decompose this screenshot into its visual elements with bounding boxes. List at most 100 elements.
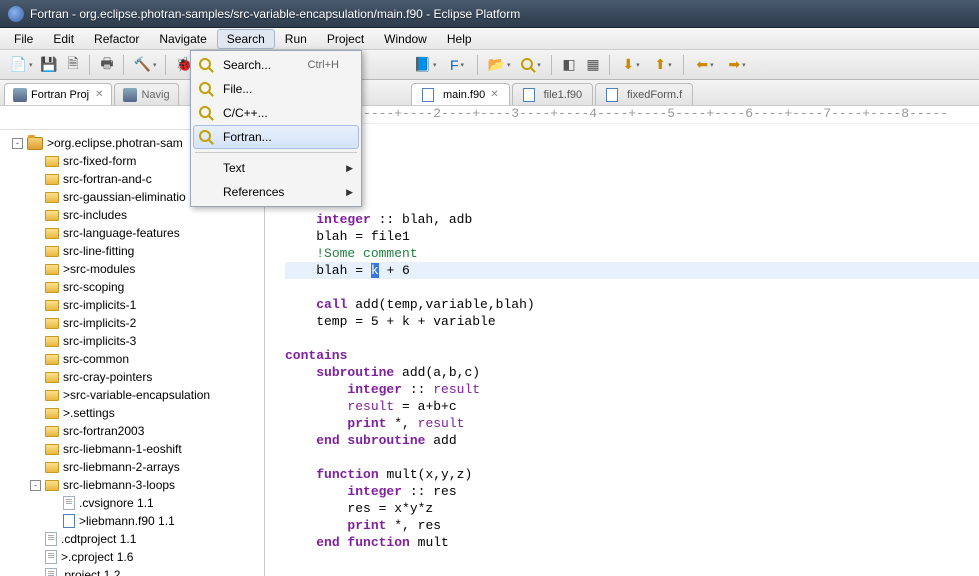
code-line[interactable]: integer :: result: [285, 381, 979, 398]
tree-node[interactable]: .project 1.2: [0, 566, 264, 576]
code-line[interactable]: integer :: res: [285, 483, 979, 500]
menu-item-label: Fortran...: [223, 130, 339, 144]
code-line[interactable]: print *, res: [285, 517, 979, 534]
tree-node[interactable]: src-line-fitting: [0, 242, 264, 260]
tree-node[interactable]: src-common: [0, 350, 264, 368]
code-line[interactable]: subroutine add(a,b,c): [285, 364, 979, 381]
code-line[interactable]: n: [285, 126, 979, 143]
code-line[interactable]: t none: [285, 143, 979, 160]
close-icon[interactable]: ✕: [490, 89, 498, 100]
menu-navigate[interactable]: Navigate: [149, 29, 216, 49]
menu-item-text[interactable]: Text▶: [193, 156, 359, 180]
toggle-mark-button[interactable]: ◧: [558, 54, 580, 76]
open-type-button[interactable]: 📂▾: [484, 54, 514, 76]
main-toolbar: 📄▾ 💾 🗎 🖶 🔨▾ 🐞▾ ▶▾ 🧰▾ 📘▾ F▾ 📂▾ ▾ ◧ ▦ ⬇▾ ⬆…: [0, 50, 979, 80]
tree-node[interactable]: -src-liebmann-3-loops: [0, 476, 264, 494]
flashlight-icon: [197, 80, 215, 98]
search-button[interactable]: ▾: [516, 54, 546, 76]
next-annotation-button[interactable]: ⬇▾: [616, 54, 646, 76]
menu-run[interactable]: Run: [275, 29, 317, 49]
menu-edit[interactable]: Edit: [43, 29, 84, 49]
sidebar-tab[interactable]: Navig: [114, 83, 178, 105]
tree-node[interactable]: src-fortran2003: [0, 422, 264, 440]
tree-node[interactable]: >src-modules: [0, 260, 264, 278]
tree-node[interactable]: src-liebmann-1-eoshift: [0, 440, 264, 458]
tree-label: >org.eclipse.photran-sam: [47, 136, 183, 150]
menu-item-cc[interactable]: C/C++...: [193, 101, 359, 125]
tree-node[interactable]: .cvsignore 1.1: [0, 494, 264, 512]
save-button[interactable]: 💾: [38, 54, 60, 76]
code-line[interactable]: blah = file1: [285, 228, 979, 245]
tree-node[interactable]: src-implicits-3: [0, 332, 264, 350]
code-line[interactable]: contains: [285, 347, 979, 364]
tree-node[interactable]: .cdtproject 1.1: [0, 530, 264, 548]
build-button[interactable]: 🔨▾: [130, 54, 160, 76]
tree-node[interactable]: src-language-features: [0, 224, 264, 242]
menu-item-fortran[interactable]: Fortran...: [193, 125, 359, 149]
menu-project[interactable]: Project: [317, 29, 374, 49]
tree-label: src-implicits-1: [63, 298, 136, 312]
pkg-icon: [45, 318, 59, 329]
tree-label: >liebmann.f90 1.1: [79, 514, 175, 528]
editor-tab[interactable]: main.f90✕: [411, 83, 510, 105]
code-line[interactable]: result = a+b+c: [285, 398, 979, 415]
tree-node[interactable]: >.settings: [0, 404, 264, 422]
menu-search[interactable]: Search: [217, 29, 275, 49]
code-line[interactable]: [285, 330, 979, 347]
tree-node[interactable]: src-implicits-1: [0, 296, 264, 314]
menu-item-references[interactable]: References▶: [193, 180, 359, 204]
tree-node[interactable]: >.cproject 1.6: [0, 548, 264, 566]
code-line[interactable]: end function mult: [285, 534, 979, 551]
sidebar-tab[interactable]: Fortran Proj ✕: [4, 83, 112, 105]
back-button[interactable]: ⬅▾: [690, 54, 720, 76]
tree-twisty-icon[interactable]: -: [30, 480, 41, 491]
tree-node[interactable]: >liebmann.f90 1.1: [0, 512, 264, 530]
code-line[interactable]: res = x*y*z: [285, 500, 979, 517]
new-button[interactable]: 📄▾: [6, 54, 36, 76]
save-all-button[interactable]: 🗎: [62, 54, 84, 76]
code-line[interactable]: ule1: [285, 160, 979, 177]
code-line[interactable]: [285, 449, 979, 466]
code-line[interactable]: function mult(x,y,z): [285, 466, 979, 483]
new-fortran-button[interactable]: F▾: [442, 54, 472, 76]
code-line[interactable]: integer :: blah, adb: [285, 211, 979, 228]
tree-node[interactable]: src-implicits-2: [0, 314, 264, 332]
print-button[interactable]: 🖶: [96, 54, 118, 76]
tree-node[interactable]: >src-variable-encapsulation: [0, 386, 264, 404]
tree-node[interactable]: src-liebmann-2-arrays: [0, 458, 264, 476]
editor-tab[interactable]: file1.f90: [512, 83, 594, 105]
code-line[interactable]: [285, 279, 979, 296]
txt-icon: [45, 568, 57, 576]
code-line[interactable]: print *, result: [285, 415, 979, 432]
pkg-icon: [45, 192, 59, 203]
code-line[interactable]: call add(temp,variable,blah): [285, 296, 979, 313]
menu-help[interactable]: Help: [437, 29, 482, 49]
tab-label: Fortran Proj: [31, 89, 89, 101]
menu-item-search[interactable]: Search...Ctrl+H: [193, 53, 359, 77]
code-line[interactable]: !Some comment: [285, 245, 979, 262]
code-line[interactable]: l file1: [285, 177, 979, 194]
toggle-block-button[interactable]: ▦: [582, 54, 604, 76]
menubar: FileEditRefactorNavigateSearchRunProject…: [0, 28, 979, 50]
tree-node[interactable]: src-includes: [0, 206, 264, 224]
code-editor[interactable]: nt noneule1l file1 integer :: blah, adb …: [265, 124, 979, 576]
code-line[interactable]: blah = k + 6: [285, 262, 979, 279]
close-icon[interactable]: ✕: [95, 89, 103, 100]
menu-window[interactable]: Window: [374, 29, 437, 49]
forward-button[interactable]: ➡▾: [722, 54, 752, 76]
prev-annotation-button[interactable]: ⬆▾: [648, 54, 678, 76]
new-cpp-button[interactable]: 📘▾: [410, 54, 440, 76]
editor-tab[interactable]: fixedForm.f: [595, 83, 693, 105]
code-line[interactable]: [285, 194, 979, 211]
tree-node[interactable]: src-cray-pointers: [0, 368, 264, 386]
column-ruler: ----+----1----+----2----+----3----+----4…: [265, 106, 979, 124]
code-line[interactable]: temp = 5 + k + variable: [285, 313, 979, 330]
code-line[interactable]: end subroutine add: [285, 432, 979, 449]
submenu-arrow-icon: ▶: [346, 163, 353, 174]
menu-item-file[interactable]: File...: [193, 77, 359, 101]
tree-twisty-icon[interactable]: -: [12, 138, 23, 149]
pkg-icon: [45, 210, 59, 221]
menu-refactor[interactable]: Refactor: [84, 29, 149, 49]
menu-file[interactable]: File: [4, 29, 43, 49]
tree-node[interactable]: src-scoping: [0, 278, 264, 296]
